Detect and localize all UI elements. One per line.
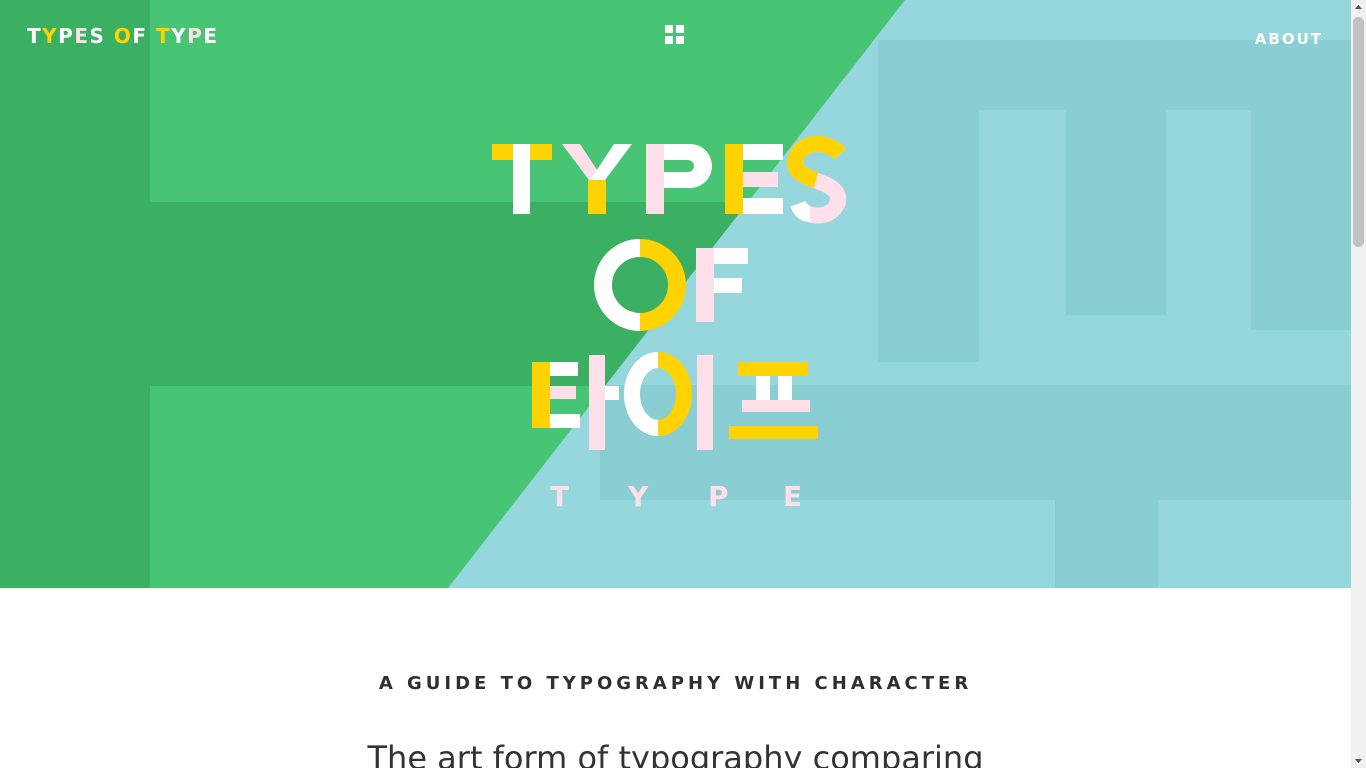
hero-korean-i <box>697 355 713 450</box>
scrollbar-thumb[interactable] <box>1353 17 1364 247</box>
hero-korean-ieung <box>624 352 692 436</box>
site-logo[interactable]: TYPES OF TYPE <box>27 24 219 48</box>
hero-title-art: T Y P E <box>492 136 847 513</box>
bg-green-left-stripe <box>0 0 150 588</box>
scroll-up-arrow-icon[interactable] <box>1351 0 1366 15</box>
top-nav: TYPES OF TYPE ABOUT <box>0 0 1351 72</box>
hero-subtitle-letter-t: T <box>550 480 569 513</box>
vertical-scrollbar[interactable] <box>1351 0 1366 768</box>
hero-letter-o <box>594 239 686 331</box>
hero-letter-t <box>492 144 552 214</box>
browser-viewport: T Y P E TYPES OF TYPE ABOUT A GUIDE TO T… <box>0 0 1366 768</box>
intro-text: The art form of typography comparing <box>367 739 984 768</box>
scroll-down-arrow-icon[interactable] <box>1351 753 1366 768</box>
hero-letter-y <box>562 144 632 214</box>
hero-korean-a <box>589 355 619 450</box>
hero-letter-p <box>646 144 712 214</box>
hero-subtitle-letter-y: Y <box>627 480 649 513</box>
hero-letter-f <box>696 248 748 322</box>
hero-subtitle-type: T Y P E <box>550 480 802 513</box>
hero-letter-s <box>787 136 847 224</box>
hero-letter-e <box>725 144 783 214</box>
hero-subtitle-letter-e: E <box>783 480 802 513</box>
tagline: A GUIDE TO TYPOGRAPHY WITH CHARACTER <box>378 673 973 694</box>
page: T Y P E TYPES OF TYPE ABOUT A GUIDE TO T… <box>0 0 1351 768</box>
hero-subtitle-letter-p: P <box>708 480 729 513</box>
about-link[interactable]: ABOUT <box>1255 30 1323 48</box>
hero-banner: T Y P E TYPES OF TYPE ABOUT <box>0 0 1351 588</box>
grid-menu-icon[interactable] <box>665 25 685 45</box>
hero-korean-tieut <box>532 362 580 428</box>
hero-korean-pieup <box>729 362 818 439</box>
